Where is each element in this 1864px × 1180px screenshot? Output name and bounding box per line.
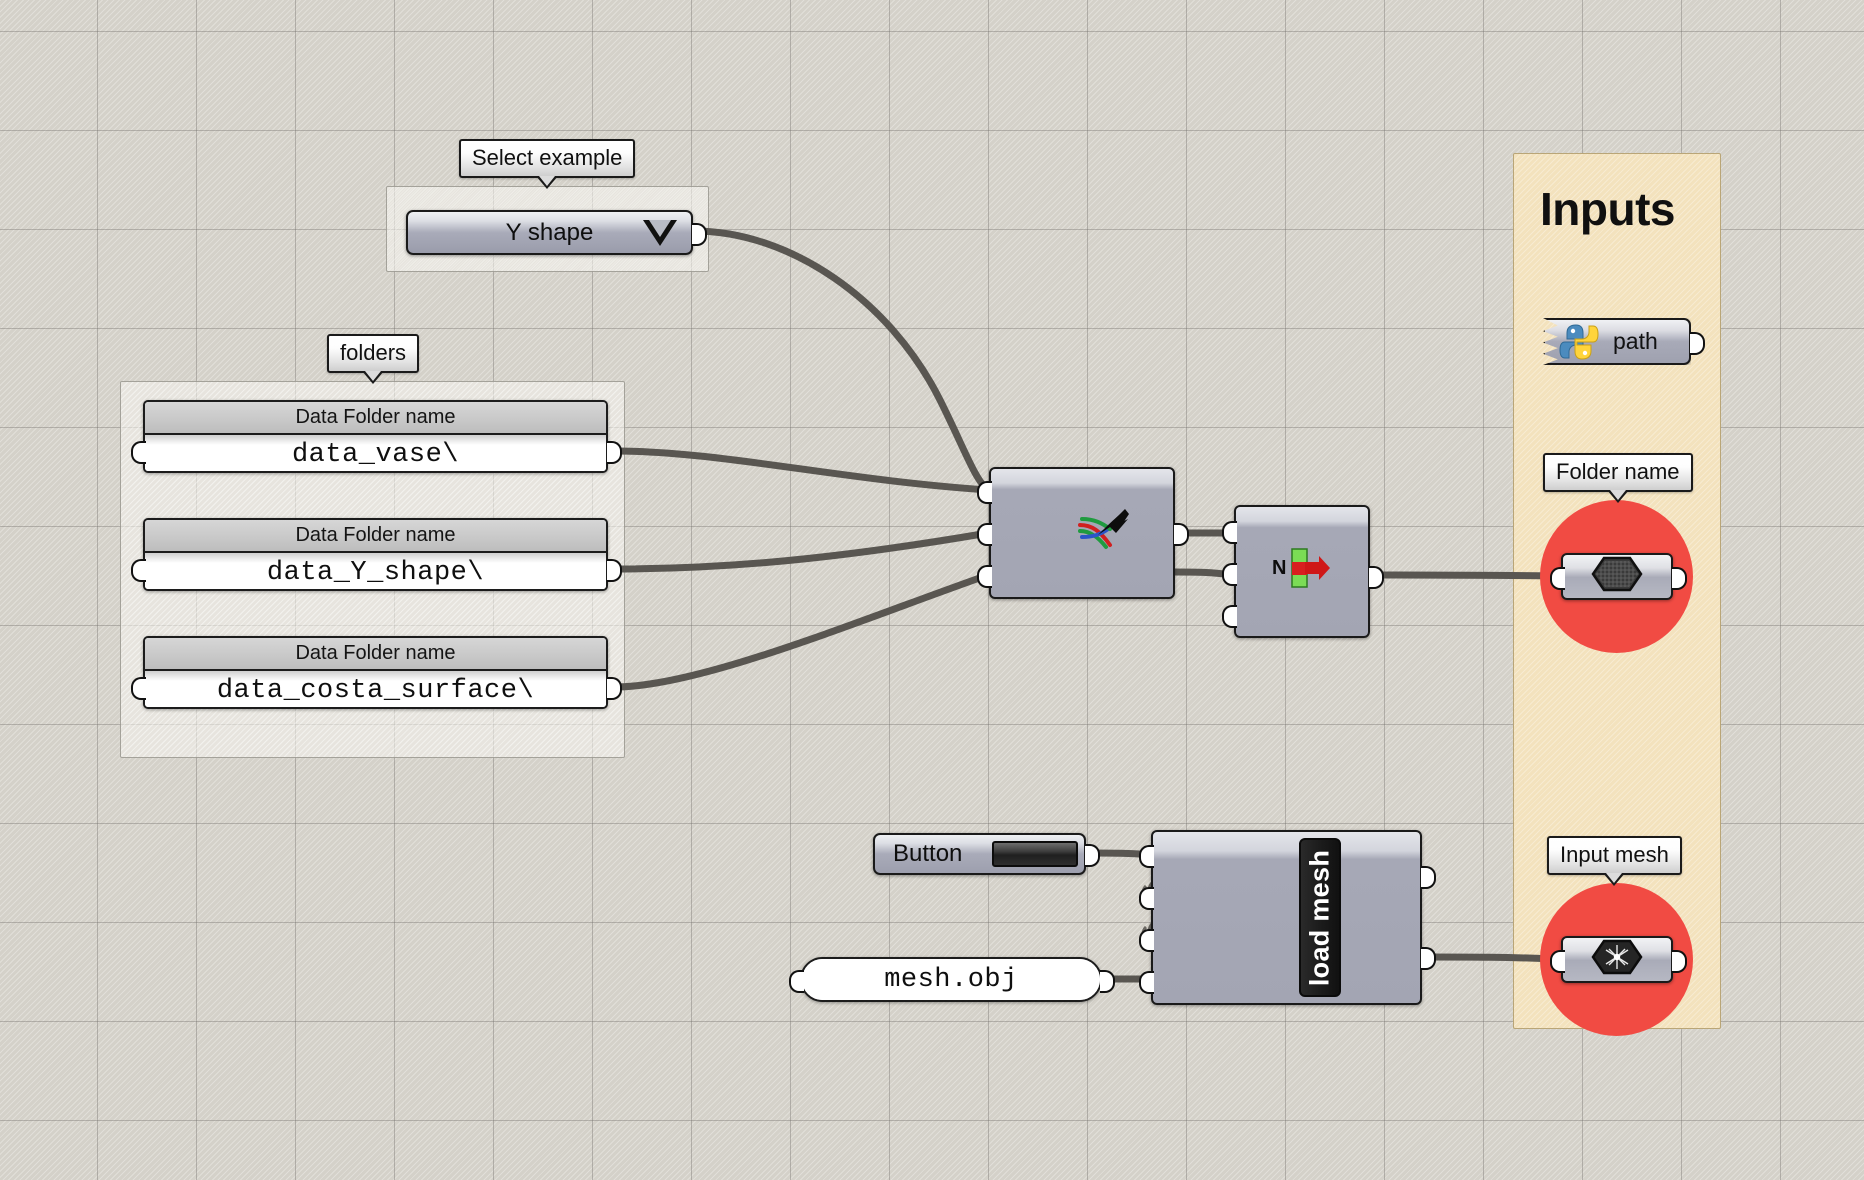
panel-2-input-nub[interactable] <box>131 559 146 582</box>
panel-header: Data Folder name <box>145 402 606 435</box>
svg-text:N: N <box>1272 557 1286 579</box>
load-mesh-nub-folder[interactable] <box>1139 929 1154 952</box>
tag-tail-icon <box>1606 489 1629 503</box>
panel-filename-input-nub[interactable] <box>789 970 804 993</box>
tag-label: Folder name <box>1556 459 1680 484</box>
list-item-nub-i[interactable] <box>1222 563 1237 586</box>
param-folder-name[interactable] <box>1561 553 1673 600</box>
stream-filter-nub-d2[interactable] <box>977 523 992 546</box>
tag-tail-icon <box>1603 872 1626 886</box>
tag-label: Select example <box>472 145 623 170</box>
param-input-mesh-input-nub[interactable] <box>1550 950 1565 973</box>
stream-filter-icon <box>1076 505 1132 557</box>
load-mesh-nub-path[interactable] <box>1139 887 1154 910</box>
panel-1-input-nub[interactable] <box>131 441 146 464</box>
stream-filter-nub-d1[interactable] <box>977 481 992 504</box>
panel-data-folder-1[interactable]: Data Folder name data_vase\ <box>143 400 608 473</box>
stream-filter-nub-r[interactable] <box>1174 523 1189 546</box>
grasshopper-canvas[interactable]: Inputs Select example folders Folder nam… <box>0 0 1864 1180</box>
list-item-nub-out[interactable] <box>1369 566 1384 589</box>
param-input-mesh[interactable] <box>1561 936 1673 983</box>
tag-label: Input mesh <box>1560 842 1669 867</box>
panel-3-input-nub[interactable] <box>131 677 146 700</box>
component-button[interactable]: Button <box>873 833 1086 875</box>
panel-data-folder-3[interactable]: Data Folder name data_costa_surface\ <box>143 636 608 709</box>
load-mesh-name-bar[interactable]: load mesh <box>1299 838 1341 997</box>
panel-filename-output-nub[interactable] <box>1100 970 1115 993</box>
panel-header: Data Folder name <box>145 638 606 671</box>
panel-value[interactable]: data_costa_surface\ <box>145 671 606 707</box>
data-hex-icon <box>1591 556 1643 597</box>
tag-folders[interactable]: folders <box>327 334 420 384</box>
group-inputs-title: Inputs <box>1540 183 1675 235</box>
tag-folder-name[interactable]: Folder name <box>1543 453 1693 503</box>
stream-filter-nub-d3[interactable] <box>977 565 992 588</box>
panel-filename[interactable]: mesh.obj <box>800 957 1102 1002</box>
panel-value[interactable]: data_Y_shape\ <box>145 553 606 589</box>
load-mesh-nub-recompute[interactable] <box>1139 845 1154 868</box>
tag-input-mesh[interactable]: Input mesh <box>1547 836 1682 886</box>
tag-tail-icon <box>536 175 559 189</box>
button-label: Button <box>893 840 963 867</box>
list-item-nub-l[interactable] <box>1222 521 1237 544</box>
tag-tail-icon <box>362 370 385 384</box>
list-item-nub-w[interactable] <box>1222 605 1237 628</box>
panel-value[interactable]: data_vase\ <box>145 435 606 471</box>
python-path-label: path <box>1613 328 1658 354</box>
button-output-nub[interactable] <box>1085 844 1100 867</box>
tag-select-example[interactable]: Select example <box>459 139 636 189</box>
param-folder-name-input-nub[interactable] <box>1550 567 1565 590</box>
load-mesh-name: load mesh <box>1304 849 1335 986</box>
tag-label: folders <box>340 340 407 365</box>
button-pad-icon[interactable] <box>992 841 1078 867</box>
panel-header: Data Folder name <box>145 520 606 553</box>
list-item-icon: N <box>1272 546 1334 590</box>
mesh-hex-icon <box>1591 939 1643 980</box>
load-mesh-nub-mesh[interactable] <box>1421 947 1436 970</box>
load-mesh-nub-out[interactable] <box>1421 866 1436 889</box>
python-icon <box>1559 323 1599 361</box>
triangle-down-icon[interactable] <box>643 219 677 246</box>
panel-filename-value[interactable]: mesh.obj <box>802 959 1100 1000</box>
component-load-mesh[interactable] <box>1151 830 1422 1005</box>
load-mesh-nub-filename[interactable] <box>1139 971 1154 994</box>
value-list-select-example[interactable]: Y shape <box>406 210 693 255</box>
panel-data-folder-2[interactable]: Data Folder name data_Y_shape\ <box>143 518 608 591</box>
